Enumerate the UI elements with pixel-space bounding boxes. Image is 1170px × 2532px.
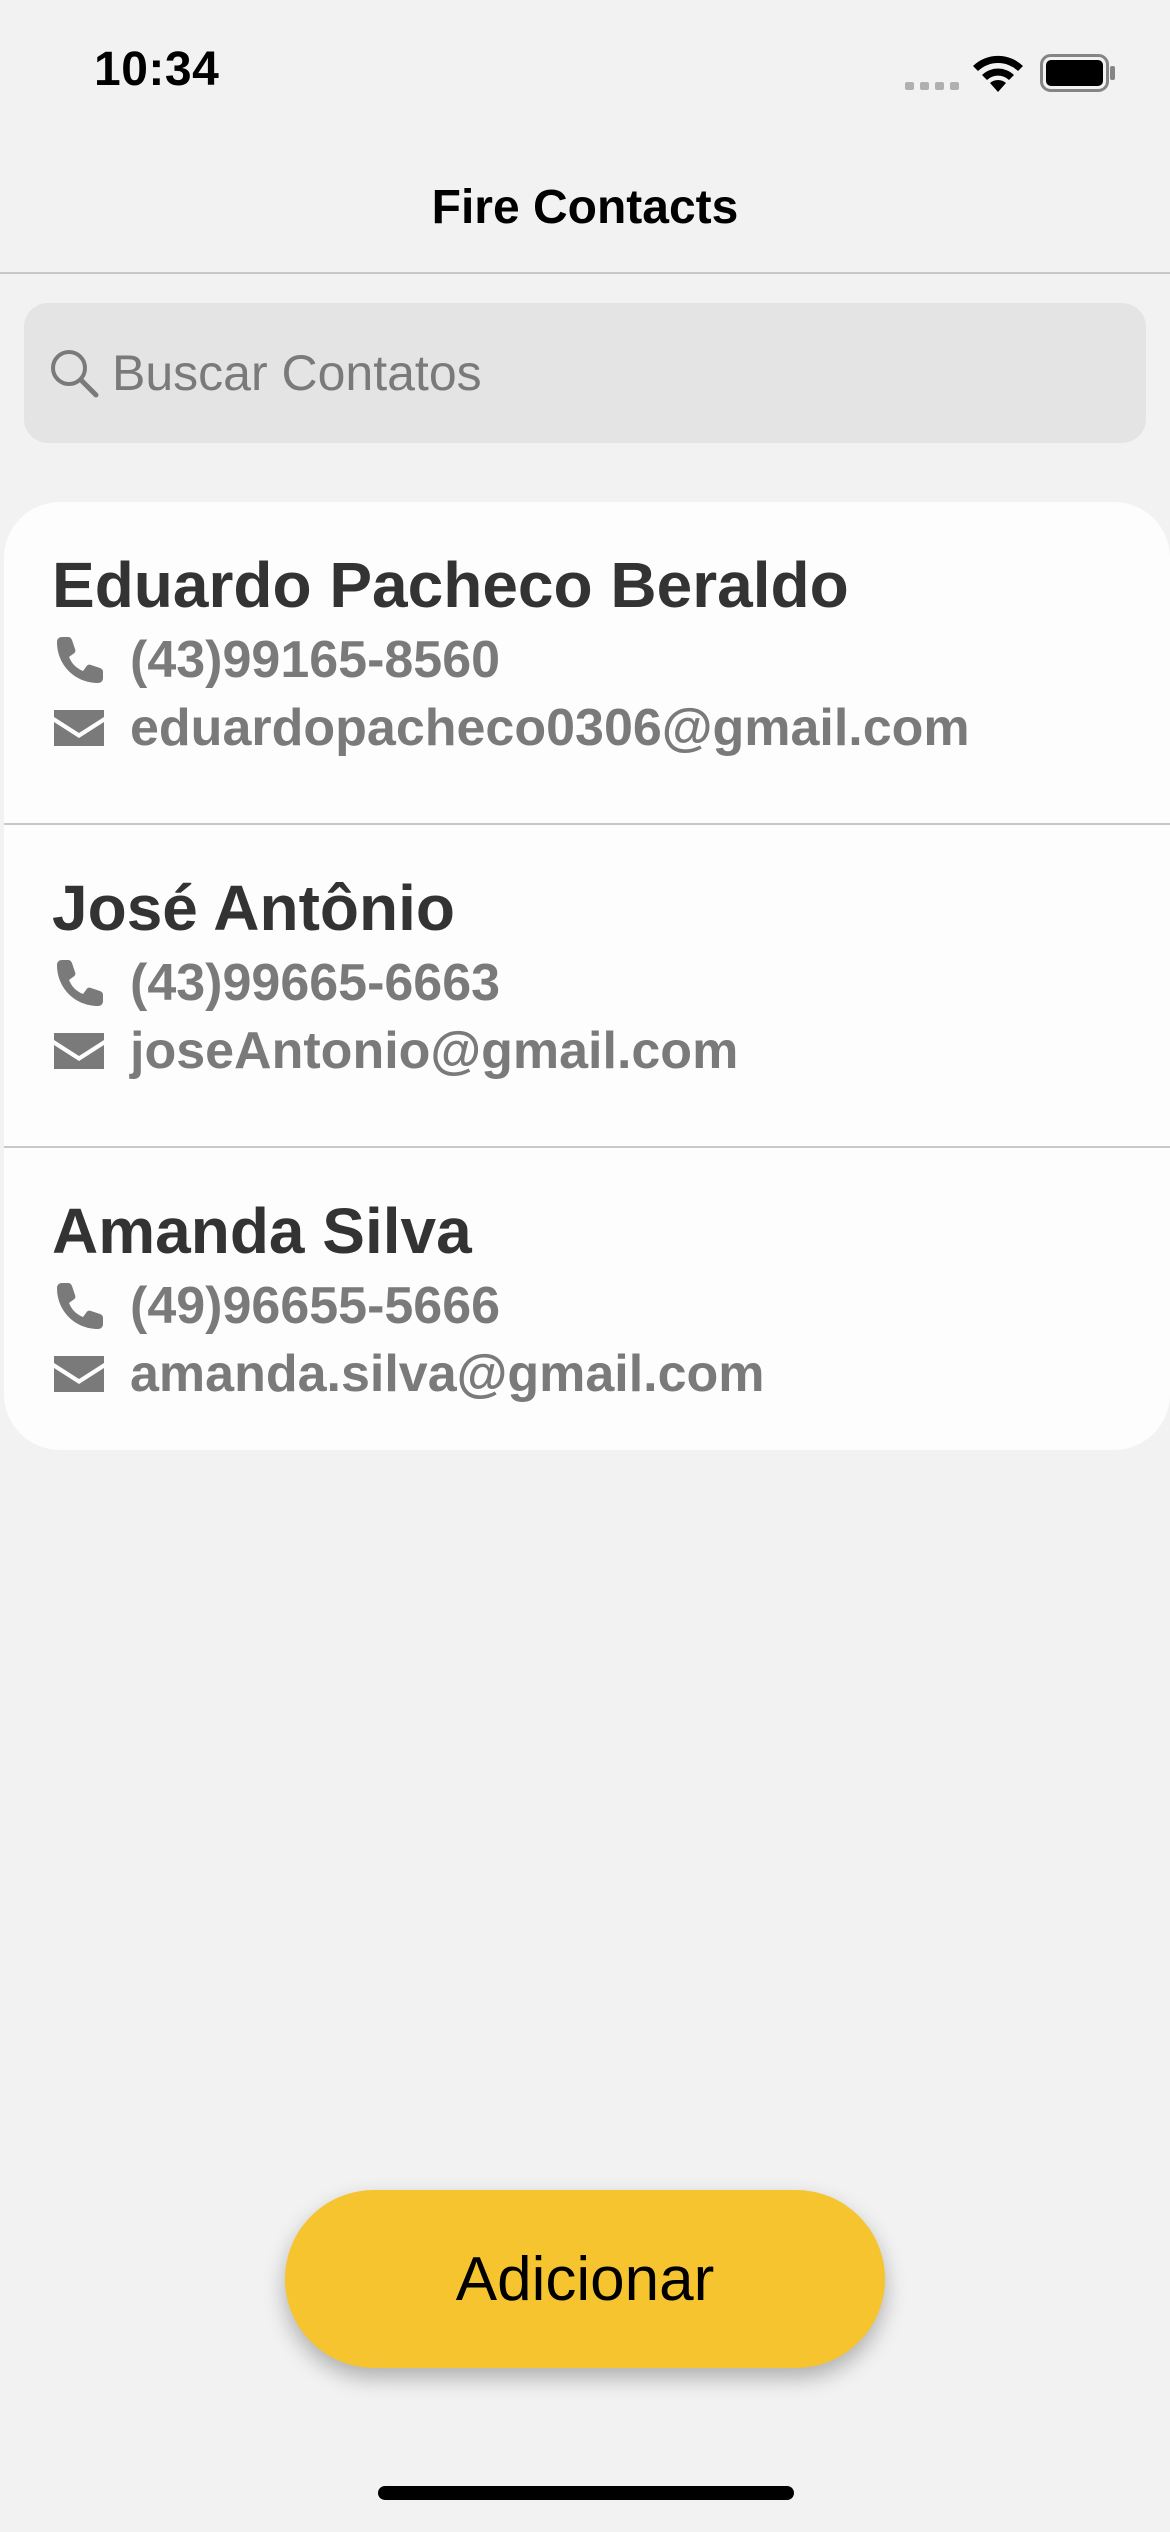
contact-list: Eduardo Pacheco Beraldo (43)99165-8560 e… <box>4 502 1170 1450</box>
contact-phone-row: (43)99665-6663 <box>52 953 500 1013</box>
status-bar: 10:34 <box>0 0 1170 150</box>
phone-icon <box>57 960 103 1006</box>
contact-email-row: amanda.silva@gmail.com <box>52 1344 765 1404</box>
wifi-icon <box>973 55 1023 92</box>
contact-item[interactable]: José Antônio (43)99665-6663 joseAntonio@… <box>4 825 1170 1148</box>
contact-item[interactable]: Amanda Silva (49)96655-5666 amanda.silva… <box>4 1148 1170 1450</box>
navigation-bar: Fire Contacts <box>0 150 1170 274</box>
contact-phone: (49)96655-5666 <box>130 1277 501 1335</box>
page-title: Fire Contacts <box>431 181 739 234</box>
phone-icon <box>57 637 103 683</box>
contact-email: joseAntonio@gmail.com <box>130 1022 739 1080</box>
contact-name: José Antônio <box>52 872 455 944</box>
contact-name: Amanda Silva <box>52 1195 472 1267</box>
contact-name: Eduardo Pacheco Beraldo <box>52 549 849 621</box>
contact-item[interactable]: Eduardo Pacheco Beraldo (43)99165-8560 e… <box>4 502 1170 825</box>
envelope-icon <box>54 1356 104 1392</box>
contact-phone: (43)99165-8560 <box>130 631 501 689</box>
envelope-icon <box>54 1033 104 1069</box>
contact-email-row: joseAntonio@gmail.com <box>52 1021 738 1081</box>
contact-phone: (43)99665-6663 <box>130 954 501 1012</box>
contact-email: amanda.silva@gmail.com <box>130 1345 765 1403</box>
search-icon <box>51 350 99 398</box>
contact-phone-row: (49)96655-5666 <box>52 1276 500 1336</box>
status-time: 10:34 <box>94 43 220 96</box>
cellular-signal-icon <box>905 82 959 90</box>
battery-icon <box>1040 54 1115 92</box>
search-bar[interactable] <box>24 303 1146 443</box>
add-contact-button[interactable]: Adicionar <box>285 2190 885 2368</box>
search-input[interactable] <box>112 303 1122 443</box>
contact-email: eduardopacheco0306@gmail.com <box>130 699 970 757</box>
contact-phone-row: (43)99165-8560 <box>52 630 500 690</box>
phone-icon <box>57 1283 103 1329</box>
home-indicator[interactable] <box>378 2486 794 2500</box>
envelope-icon <box>54 710 104 746</box>
contact-email-row: eduardopacheco0306@gmail.com <box>52 698 970 758</box>
